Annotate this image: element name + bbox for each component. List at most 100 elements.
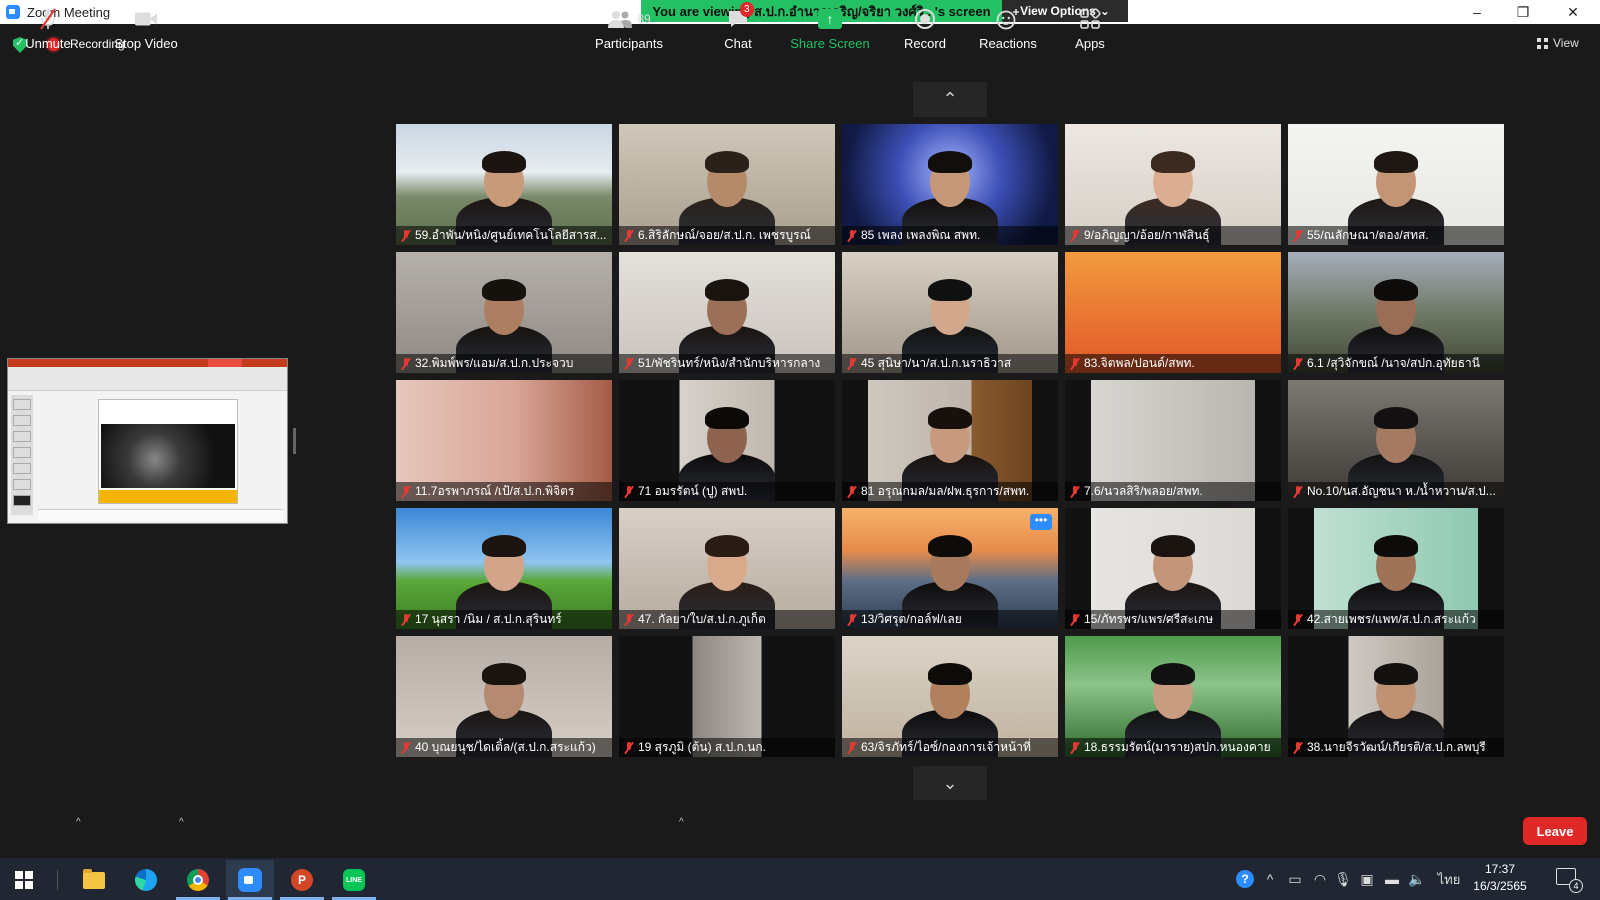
help-button[interactable]: ? (1234, 858, 1256, 900)
participant-tile[interactable]: 6.1 /สุวิจักขณ์ /นาจ/สปก.อุทัยธานี (1288, 252, 1504, 373)
notification-count: 4 (1569, 879, 1583, 893)
participant-name-bar: 40 บุณยนุช/ไดเติ้ล/(ส.ป.ก.สระแก้ว) (396, 738, 612, 757)
page-down-button[interactable]: ⌄ (913, 766, 987, 801)
record-circle (915, 8, 935, 29)
tray-chevron-up-icon[interactable]: ^ (1260, 858, 1280, 900)
shared-screen-thumbnail[interactable] (7, 358, 288, 524)
participant-hair (705, 407, 749, 429)
participant-tile[interactable]: 6.สิริลักษณ์/จอย/ส.ป.ก. เพชรบูรณ์ (619, 124, 835, 245)
participant-tile[interactable]: 59.อำพัน/หนิง/ศูนย์เทคโนโลยีสารส... (396, 124, 612, 245)
participant-tile[interactable]: No.10/นส.อัญชนา ห./น้ำหวาน/ส.ป... (1288, 380, 1504, 501)
participant-name-bar: 7.6/นวลสิริ/พลอย/สพท. (1065, 482, 1281, 501)
caret-up-icon[interactable]: ^ (76, 817, 81, 828)
participant-tile[interactable]: 47. กัลยา/ใบ/ส.ป.ก.ภูเก็ต (619, 508, 835, 629)
share-screen-button[interactable]: ↑ Share Screen (790, 0, 870, 58)
participant-tile[interactable]: 81 อรุณกมล/มล/ฝพ.ธุรการ/สพท. (842, 380, 1058, 501)
participant-name-bar: 71 อมรรัตน์ (ปู) สพป. (619, 482, 835, 501)
record-button[interactable]: Record (900, 0, 950, 58)
arrow-up-icon: ↑ (818, 8, 842, 29)
participant-hair (1374, 279, 1418, 301)
participant-name-bar: 11.7อรพาภรณ์ /เป้/ส.ป.ก.พิจิตร (396, 482, 612, 501)
participant-name: 71 อมรรัตน์ (ปู) สพป. (638, 484, 748, 498)
participant-tile[interactable]: 9/อภิญญา/อ้อย/กาฬสินธุ์ (1065, 124, 1281, 245)
system-clock[interactable]: 17:37 16/3/2565 (1466, 861, 1534, 895)
maximize-button[interactable]: ❐ (1500, 0, 1546, 24)
participant-tile[interactable]: 17 นุสรา /นิม / ส.ป.ก.สุรินทร์ (396, 508, 612, 629)
participant-hair (1151, 535, 1195, 557)
line-button[interactable]: LINE (330, 860, 378, 900)
view-button[interactable]: View (1537, 33, 1579, 53)
participant-tile[interactable]: ••• 13/วิศรุต/กอล์ฟ/เลย (842, 508, 1058, 629)
participant-name: 9/อภิญญา/อ้อย/กาฬสินธุ์ (1084, 228, 1210, 242)
device-icon[interactable]: ▭ (1284, 858, 1306, 900)
participant-name-bar: 42.สายเพชร/แพท/ส.ป.ก.สระแก้ว (1288, 610, 1504, 629)
participant-name: No.10/นส.อัญชนา ห./น้ำหวาน/ส.ป... (1307, 484, 1496, 498)
chat-button[interactable]: 3 Chat (718, 0, 758, 58)
edge-browser-icon (135, 869, 157, 891)
participant-tile[interactable]: 38.นายจีรวัฒน์/เกียรติ/ส.ป.ก.ลพบุรี (1288, 636, 1504, 757)
participant-hair (928, 663, 972, 685)
participant-name-bar: 13/วิศรุต/กอล์ฟ/เลย (842, 610, 1058, 629)
mic-muted-icon (401, 613, 411, 626)
participant-tile[interactable]: 40 บุณยนุช/ไดเติ้ล/(ส.ป.ก.สระแก้ว) (396, 636, 612, 757)
mic-muted-icon (847, 613, 857, 626)
microphone-icon[interactable]: 🎙 (1333, 858, 1353, 900)
participant-tile[interactable]: 45 สุนิษา/นา/ส.ป.ก.นราธิวาส (842, 252, 1058, 373)
speaker-icon[interactable]: 🔈 (1406, 858, 1428, 900)
participant-name: 55/ณลักษณา/ตอง/สทส. (1307, 228, 1429, 242)
participant-tile[interactable]: 18.ธรรมรัตน์(มาราย)สปก.หนองคาย (1065, 636, 1281, 757)
windows-start-icon (15, 871, 33, 889)
participant-name: 59.อำพัน/หนิง/ศูนย์เทคโนโลยีสารส... (415, 228, 607, 242)
edge-button[interactable] (122, 860, 170, 900)
participant-tile[interactable]: 11.7อรพาภรณ์ /เป้/ส.ป.ก.พิจิตร (396, 380, 612, 501)
language-indicator[interactable]: ไทย (1434, 858, 1464, 900)
participant-tile[interactable]: 19 สุรภูมิ (ต้น) ส.ป.ก.นก. (619, 636, 835, 757)
start-button[interactable] (0, 860, 48, 900)
view-label: View (1553, 36, 1579, 50)
participant-hair (1151, 663, 1195, 685)
participant-tile[interactable]: 51/พัชรินทร์/หนิง/สำนักบริหารกลาง (619, 252, 835, 373)
participant-tile[interactable]: 85 เพลง เพลงพิณ สพท. (842, 124, 1058, 245)
participant-name: 38.นายจีรวัฒน์/เกียรติ/ส.ป.ก.ลพบุรี (1307, 740, 1486, 754)
close-button[interactable]: ✕ (1550, 0, 1596, 24)
powerpoint-button[interactable]: P (278, 860, 326, 900)
participant-tile[interactable]: 55/ณลักษณา/ตอง/สทส. (1288, 124, 1504, 245)
taskbar-separator (57, 870, 58, 890)
participant-name-bar: 55/ณลักษณา/ตอง/สทส. (1288, 226, 1504, 245)
zoom-taskbar-button[interactable] (226, 860, 274, 900)
leave-button[interactable]: Leave (1523, 817, 1587, 845)
file-explorer-button[interactable] (70, 860, 118, 900)
wifi-icon[interactable]: ◠ (1309, 858, 1331, 900)
meeting-tray-icon[interactable]: ▣ (1356, 858, 1378, 900)
chrome-button[interactable] (174, 860, 222, 900)
participant-name-bar: 85 เพลง เพลงพิณ สพท. (842, 226, 1058, 245)
participants-button[interactable]: 89 Participants (594, 0, 664, 58)
participant-tile[interactable]: 15/ภัทรพร/แพร/ศรีสะเกษ (1065, 508, 1281, 629)
stop-video-button[interactable]: Stop Video (110, 0, 182, 58)
unmute-button[interactable]: Unmute (20, 0, 76, 58)
participant-hair (705, 535, 749, 557)
participant-tile[interactable]: 7.6/นวลสิริ/พลอย/สพท. (1065, 380, 1281, 501)
clock-time: 17:37 (1484, 862, 1516, 876)
participant-tile[interactable]: 42.สายเพชร/แพท/ส.ป.ก.สระแก้ว (1288, 508, 1504, 629)
slide-photo (101, 424, 235, 488)
minimize-button[interactable]: – (1454, 0, 1500, 24)
participant-tile[interactable]: 63/จิรภัทร์/ไอซ์/กองการเจ้าหน้าที่ (842, 636, 1058, 757)
more-options-icon[interactable]: ••• (1030, 514, 1052, 530)
caret-up-icon[interactable]: ^ (179, 817, 184, 828)
reactions-button[interactable]: Reactions (975, 0, 1041, 58)
resize-handle[interactable] (293, 428, 296, 454)
battery-icon[interactable]: ▬ (1380, 858, 1404, 900)
participant-name: 51/พัชรินทร์/หนิง/สำนักบริหารกลาง (638, 356, 821, 370)
participant-tile[interactable]: 71 อมรรัตน์ (ปู) สพป. (619, 380, 835, 501)
caret-up-icon[interactable]: ^ (679, 817, 684, 828)
clock-date: 16/3/2565 (1473, 879, 1527, 893)
participant-tile[interactable]: 83.จิตพล/ปอนด์/สพท. (1065, 252, 1281, 373)
slide-card (13, 463, 31, 474)
participant-name-bar: 38.นายจีรวัฒน์/เกียรติ/ส.ป.ก.ลพบุรี (1288, 738, 1504, 757)
participant-tile[interactable]: 32.พิมพ์พร/แอม/ส.ป.ก.ประจวบ (396, 252, 612, 373)
apps-button[interactable]: Apps (1070, 0, 1110, 58)
page-up-button[interactable]: ⌃ (913, 82, 987, 117)
participant-name: 17 นุสรา /นิม / ส.ป.ก.สุรินทร์ (415, 612, 562, 626)
participant-name-bar: 15/ภัทรพร/แพร/ศรีสะเกษ (1065, 610, 1281, 629)
